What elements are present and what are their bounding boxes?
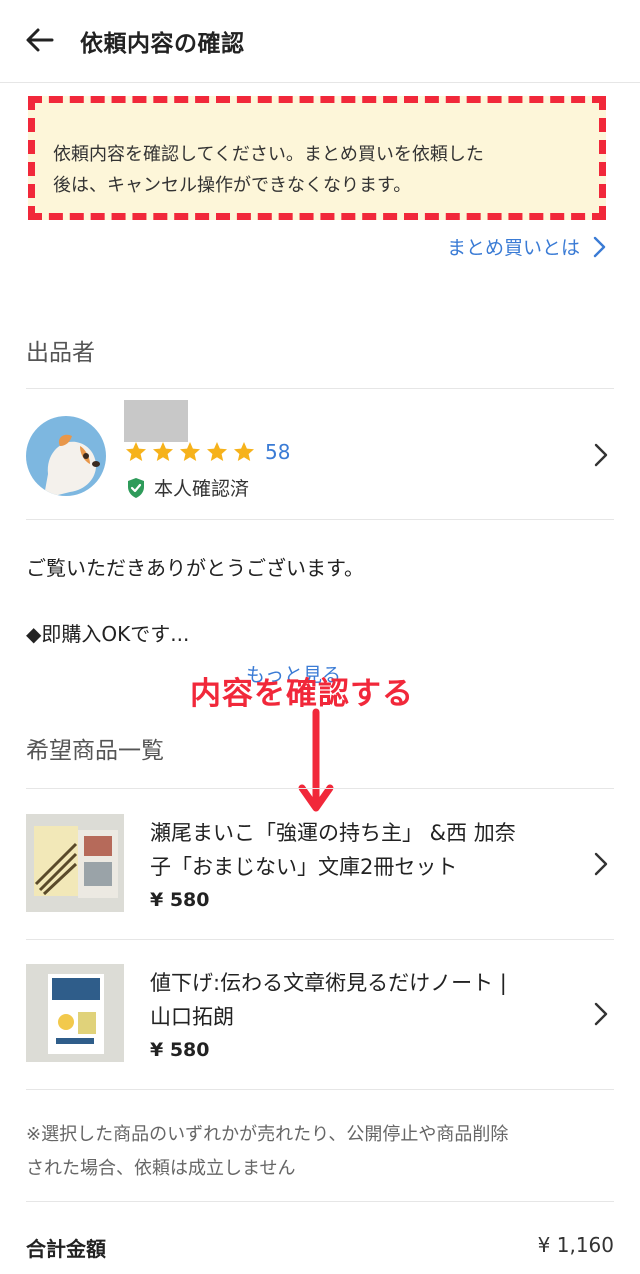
item-title: 瀬尾まいこ「強運の持ち主」 &西 加奈 子「おまじない」文庫2冊セット (150, 816, 570, 884)
rating-count: 58 (265, 440, 291, 464)
verified-label: 本人確認済 (154, 478, 250, 500)
divider (26, 1201, 614, 1202)
seller-name-redacted (124, 400, 188, 442)
help-link-label: まとめ買いとは (446, 237, 580, 259)
star-icon (126, 442, 146, 461)
divider (26, 1089, 614, 1090)
star-icon (153, 442, 173, 461)
chevron-right-icon (594, 852, 608, 876)
arrow-down-icon (298, 708, 334, 812)
notice-line-2: 後は、キャンセル操作ができなくなります。 (53, 175, 412, 196)
chevron-right-icon (594, 443, 608, 467)
divider (26, 939, 614, 940)
arrow-left-icon[interactable] (22, 22, 58, 58)
item-thumbnail (26, 814, 124, 912)
star-icon (207, 442, 227, 461)
item-title-line-1: 瀬尾まいこ「強運の持ち主」 &西 加奈 (150, 821, 516, 845)
items-section-title: 希望商品一覧 (26, 738, 164, 764)
seller-intro-line-1: ご覧いただきありがとうございます。 (26, 556, 364, 580)
book-image (26, 964, 124, 1062)
item-thumbnail (26, 964, 124, 1062)
cancellation-note: ※選択した商品のいずれかが売れたり、公開停止や商品削除 された場合、依頼は成立し… (26, 1118, 616, 1186)
total-label: 合計金額 (26, 1237, 106, 1261)
shield-check-icon (128, 477, 144, 498)
notice-line-1: 依頼内容を確認してください。まとめ買いを依頼した (53, 144, 484, 165)
item-price: ¥ 580 (150, 1039, 210, 1061)
star-icon (234, 442, 254, 461)
chevron-right-icon (593, 236, 606, 257)
item-title-line-2: 子「おまじない」文庫2冊セット (150, 855, 458, 879)
divider (26, 388, 614, 389)
total-value: ¥ 1,160 (537, 1233, 614, 1257)
chevron-right-icon (594, 1002, 608, 1026)
item-price: ¥ 580 (150, 889, 210, 911)
app-header: 依頼内容の確認 (0, 0, 640, 83)
page-title: 依頼内容の確認 (80, 31, 245, 57)
divider (26, 788, 614, 789)
divider (26, 519, 614, 520)
item-title-line-2: 山口拓朗 (150, 1005, 234, 1029)
note-line-2: された場合、依頼は成立しません (26, 1158, 296, 1179)
star-icon (180, 442, 200, 461)
dog-avatar-icon (26, 416, 106, 496)
item-title-line-1: 値下げ:伝わる文章術見るだけノート | (150, 971, 507, 995)
verified-badge: 本人確認済 (126, 474, 249, 501)
seller-section-title: 出品者 (26, 340, 95, 366)
annotation-label: 内容を確認する (190, 676, 414, 712)
seller-intro-line-2: ◆即購入OKです... (26, 622, 190, 646)
note-line-1: ※選択した商品のいずれかが売れたり、公開停止や商品削除 (26, 1124, 509, 1145)
book-set-image (26, 814, 124, 912)
bulk-buy-help-link[interactable]: まとめ買いとは (447, 233, 608, 260)
seller-avatar (26, 416, 106, 496)
seller-rating: 58 (124, 440, 290, 464)
warning-notice: 依頼内容を確認してください。まとめ買いを依頼した 後は、キャンセル操作ができなく… (28, 96, 606, 220)
item-title: 値下げ:伝わる文章術見るだけノート | 山口拓朗 (150, 966, 570, 1034)
